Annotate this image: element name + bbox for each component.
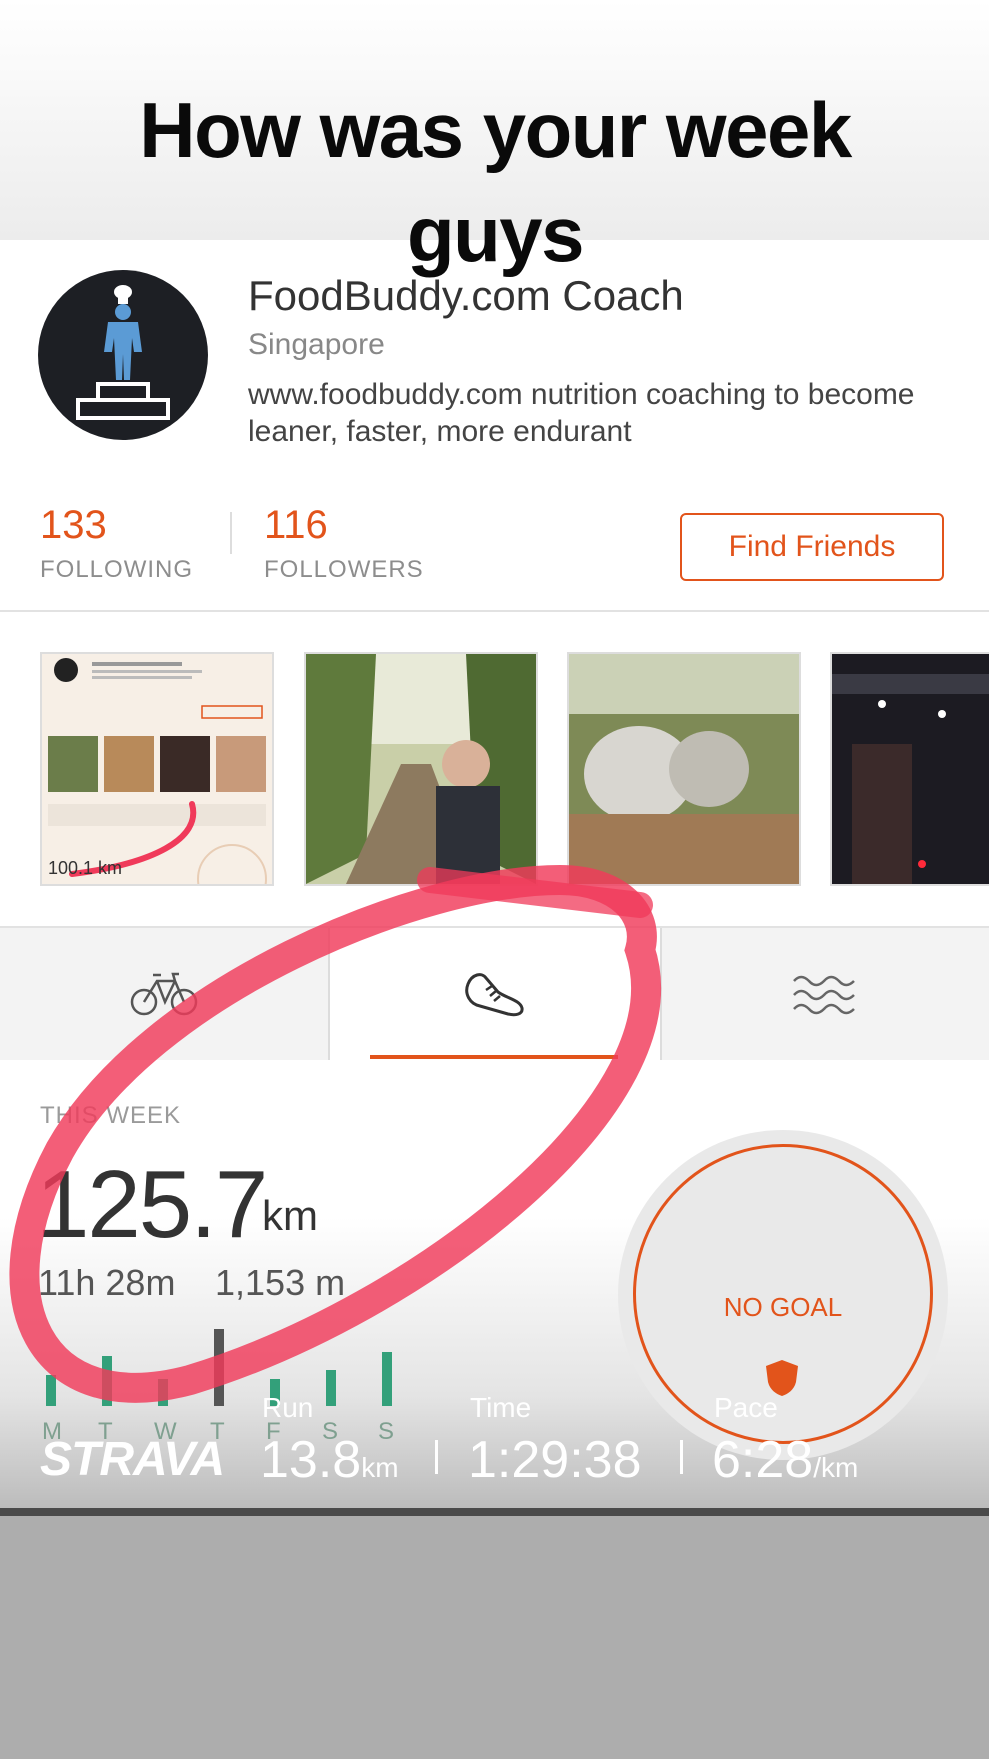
overlay-bottom-border [0,1508,989,1516]
day-bar-3 [214,1329,224,1406]
weekly-elevation: 1,153 m [215,1262,346,1303]
overlay-separator [680,1440,683,1474]
story-bottom-area [0,1516,989,1759]
this-week-heading: THIS WEEK [40,1102,182,1129]
find-friends-button[interactable]: Find Friends [680,513,944,581]
divider [0,610,989,612]
day-bar-5 [326,1370,336,1406]
profile-bio: www.foodbuddy.com nutrition coaching to … [248,378,915,448]
run-distance: 13.8km [260,1431,399,1489]
thumb-distance-text: 100.1 km [48,858,123,878]
day-bar-6 [382,1352,392,1406]
run-pace: 6:28/km [712,1431,859,1489]
following-count[interactable]: 133 [40,503,107,548]
followers-label: FOLLOWERS [264,556,424,583]
photo-thumb-pipes[interactable] [567,652,801,886]
stats-divider [230,512,232,554]
weekly-distance-unit: km [262,1192,318,1239]
goal-status: NO GOAL [723,1292,843,1322]
profile-avatar[interactable] [38,270,208,440]
story-caption: How was your week guys [139,86,852,278]
day-bar-2 [158,1379,168,1406]
active-tab-indicator [370,1055,618,1059]
tab-run[interactable] [328,928,662,1060]
overlay-separator [435,1440,438,1474]
water-waves-icon [792,975,855,1015]
bike-icon [130,972,198,1016]
run-label: Run [262,1392,314,1423]
weekly-time: 11h 28m [38,1262,176,1303]
photo-thumb-selfie-trail[interactable] [304,652,538,886]
podium-chef-icon [76,285,170,420]
time-label: Time [470,1392,532,1423]
day-bar-0 [46,1375,56,1406]
photo-thumb-night-ride[interactable] [830,652,989,886]
pace-label: Pace [714,1392,778,1423]
following-label: FOLLOWING [40,556,194,583]
sport-tab-bar [0,928,989,1060]
run-time: 1:29:38 [468,1431,642,1489]
tab-swim[interactable] [658,928,989,1060]
strava-logo: STRAVA [40,1433,225,1486]
day-bar-1 [102,1356,112,1406]
running-shoe-icon [465,973,524,1017]
profile-location: Singapore [248,328,385,361]
weekly-distance: 125.7 [36,1151,268,1258]
tab-ride[interactable] [0,928,328,1060]
photo-thumb-profile-screenshot[interactable]: 100.1 km [40,652,274,886]
followers-count[interactable]: 116 [264,503,328,548]
